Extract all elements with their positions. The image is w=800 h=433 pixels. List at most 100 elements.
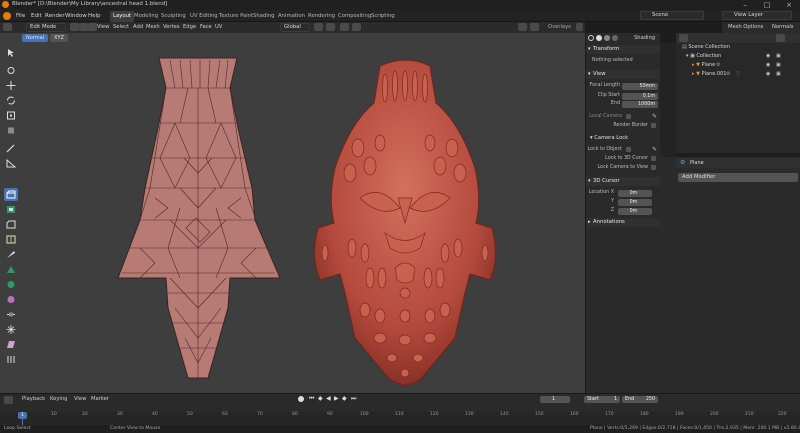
normal-toggle[interactable]: Normal — [22, 34, 49, 42]
outliner-scene-collection[interactable]: ▤ Scene Collection — [676, 43, 800, 52]
menu-help[interactable]: Help — [88, 10, 101, 22]
minimize-icon[interactable]: – — [734, 0, 756, 10]
transform-section-header[interactable]: ▾ Transform — [586, 45, 661, 54]
prev-key-icon[interactable]: ◆ — [318, 395, 323, 402]
scale-tool[interactable] — [4, 109, 18, 122]
play-reverse-icon[interactable]: ◀ — [326, 395, 331, 402]
close-icon[interactable]: × — [778, 0, 800, 10]
solid-shading-icon[interactable] — [596, 35, 602, 41]
tab-animation[interactable]: Animation — [275, 11, 308, 22]
falloff-icon[interactable] — [352, 23, 361, 31]
record-icon[interactable] — [298, 396, 304, 402]
start-frame-field[interactable]: Start 1 — [584, 396, 620, 403]
move-tool[interactable] — [4, 79, 18, 92]
smooth-tool[interactable] — [4, 293, 18, 306]
lock-to-object-field[interactable] — [626, 147, 631, 152]
bevel-tool[interactable] — [4, 218, 18, 231]
xray-icon[interactable] — [576, 23, 583, 31]
outliner-type-icon[interactable] — [679, 34, 688, 42]
scene-selector[interactable]: Scene — [640, 11, 704, 20]
gizmo-icon[interactable] — [530, 23, 539, 31]
menu-render[interactable]: Render — [45, 10, 65, 22]
eyedropper-icon[interactable]: ✎ — [652, 146, 657, 153]
menu-mesh[interactable]: Mesh — [146, 23, 160, 32]
timeline-playback-menu[interactable]: Playback — [22, 395, 45, 404]
outliner-object-plane[interactable]: ▸ ▼ Plane ⚙ ◉ ▣ — [676, 61, 800, 70]
shrink-fatten-tool[interactable] — [4, 323, 18, 336]
play-icon[interactable]: ▶ — [334, 395, 339, 402]
timeline-keying-menu[interactable]: Keying — [50, 395, 67, 404]
timeline-view-menu[interactable]: View — [74, 395, 86, 404]
current-frame-field[interactable]: 1 — [540, 396, 570, 403]
poly-build-tool[interactable] — [4, 263, 18, 276]
timeline-editor-icon[interactable] — [4, 396, 13, 404]
clip-start-field[interactable]: 0.1m — [622, 93, 658, 100]
tab-sculpting[interactable]: Sculpting — [158, 11, 189, 22]
mesh-options-button[interactable]: Mesh Options — [728, 23, 763, 32]
menu-file[interactable]: File — [16, 10, 25, 22]
xyz-toggle[interactable]: XYZ — [50, 34, 68, 42]
proportional-edit-icon[interactable] — [340, 23, 349, 31]
shading-popover[interactable]: Shading — [634, 34, 655, 43]
local-camera-checkbox[interactable] — [626, 114, 631, 119]
add-modifier-dropdown[interactable]: Add Modifier — [678, 173, 798, 182]
mesh-display[interactable] — [80, 48, 585, 390]
maximize-icon[interactable]: □ — [756, 0, 778, 10]
render-border-checkbox[interactable] — [651, 123, 656, 128]
visibility-eye-icon[interactable]: ◉ — [766, 70, 770, 79]
eyedropper-icon[interactable]: ✎ — [652, 113, 657, 120]
focal-length-field[interactable]: 50mm — [622, 83, 658, 90]
visibility-icon[interactable] — [518, 23, 527, 31]
wireframe-shading-icon[interactable] — [588, 35, 594, 41]
menu-face[interactable]: Face — [200, 23, 212, 32]
annotations-section-header[interactable]: ▸ Annotations — [586, 218, 661, 227]
menu-vertex[interactable]: Vertex — [163, 23, 180, 32]
view-section-header[interactable]: ▾ View — [586, 70, 661, 79]
blender-menu-icon[interactable] — [3, 12, 11, 20]
menu-view[interactable]: View — [97, 23, 109, 32]
face-select-icon[interactable] — [88, 23, 97, 31]
camera-render-icon[interactable]: ▣ — [776, 61, 781, 70]
measure-tool[interactable] — [4, 157, 18, 170]
select-box-tool[interactable] — [4, 46, 18, 59]
end-frame-field[interactable]: End 250 — [622, 396, 658, 403]
rip-tool[interactable] — [4, 353, 18, 366]
knife-tool[interactable] — [4, 248, 18, 261]
shear-tool[interactable] — [4, 338, 18, 351]
view-layer-selector[interactable]: View Layer — [722, 11, 792, 20]
vertex-select-icon[interactable] — [70, 23, 79, 31]
timeline-ruler[interactable]: 1 10 20 30 40 50 60 70 80 90 100 110 120… — [0, 412, 800, 426]
rendered-shading-icon[interactable] — [612, 35, 618, 41]
mode-selector[interactable]: Edit Mode — [26, 23, 66, 32]
lock-3d-cursor-checkbox[interactable] — [651, 156, 656, 161]
rotate-tool[interactable] — [4, 94, 18, 107]
tab-scripting[interactable]: Scripting — [368, 11, 398, 22]
cursor-y-field[interactable]: 0m — [618, 199, 652, 206]
pivot-icon[interactable] — [314, 23, 323, 31]
extrude-tool[interactable] — [4, 188, 18, 201]
annotate-tool[interactable] — [4, 142, 18, 155]
loop-cut-tool[interactable] — [4, 233, 18, 246]
tab-rendering[interactable]: Rendering — [305, 11, 338, 22]
visibility-eye-icon[interactable]: ◉ — [766, 52, 770, 61]
camera-render-icon[interactable]: ▣ — [776, 70, 781, 79]
spin-tool[interactable] — [4, 278, 18, 291]
editor-type-icon[interactable] — [3, 23, 12, 31]
inset-tool[interactable] — [4, 203, 18, 216]
edge-slide-tool[interactable] — [4, 308, 18, 321]
outliner-object-plane-001[interactable]: ▸ ▼ Plane.001 ⚙ ▽ ◉ ▣ — [676, 70, 800, 79]
lock-camera-view-checkbox[interactable] — [651, 165, 656, 170]
overlays-button[interactable]: Overlays — [548, 23, 571, 32]
menu-uv[interactable]: UV — [215, 23, 222, 32]
edge-select-icon[interactable] — [79, 23, 88, 31]
sculpted-mesh[interactable] — [314, 59, 496, 387]
transform-tool[interactable] — [4, 124, 18, 137]
visibility-eye-icon[interactable]: ◉ — [766, 61, 770, 70]
cursor-z-field[interactable]: 0m — [618, 208, 652, 215]
menu-edit[interactable]: Edit — [31, 10, 42, 22]
snap-icon[interactable] — [326, 23, 335, 31]
timeline-marker-menu[interactable]: Marker — [91, 395, 109, 404]
normals-button[interactable]: Normals — [772, 23, 793, 32]
cursor-tool[interactable] — [4, 64, 18, 77]
transform-orientation[interactable]: Global — [280, 23, 310, 32]
